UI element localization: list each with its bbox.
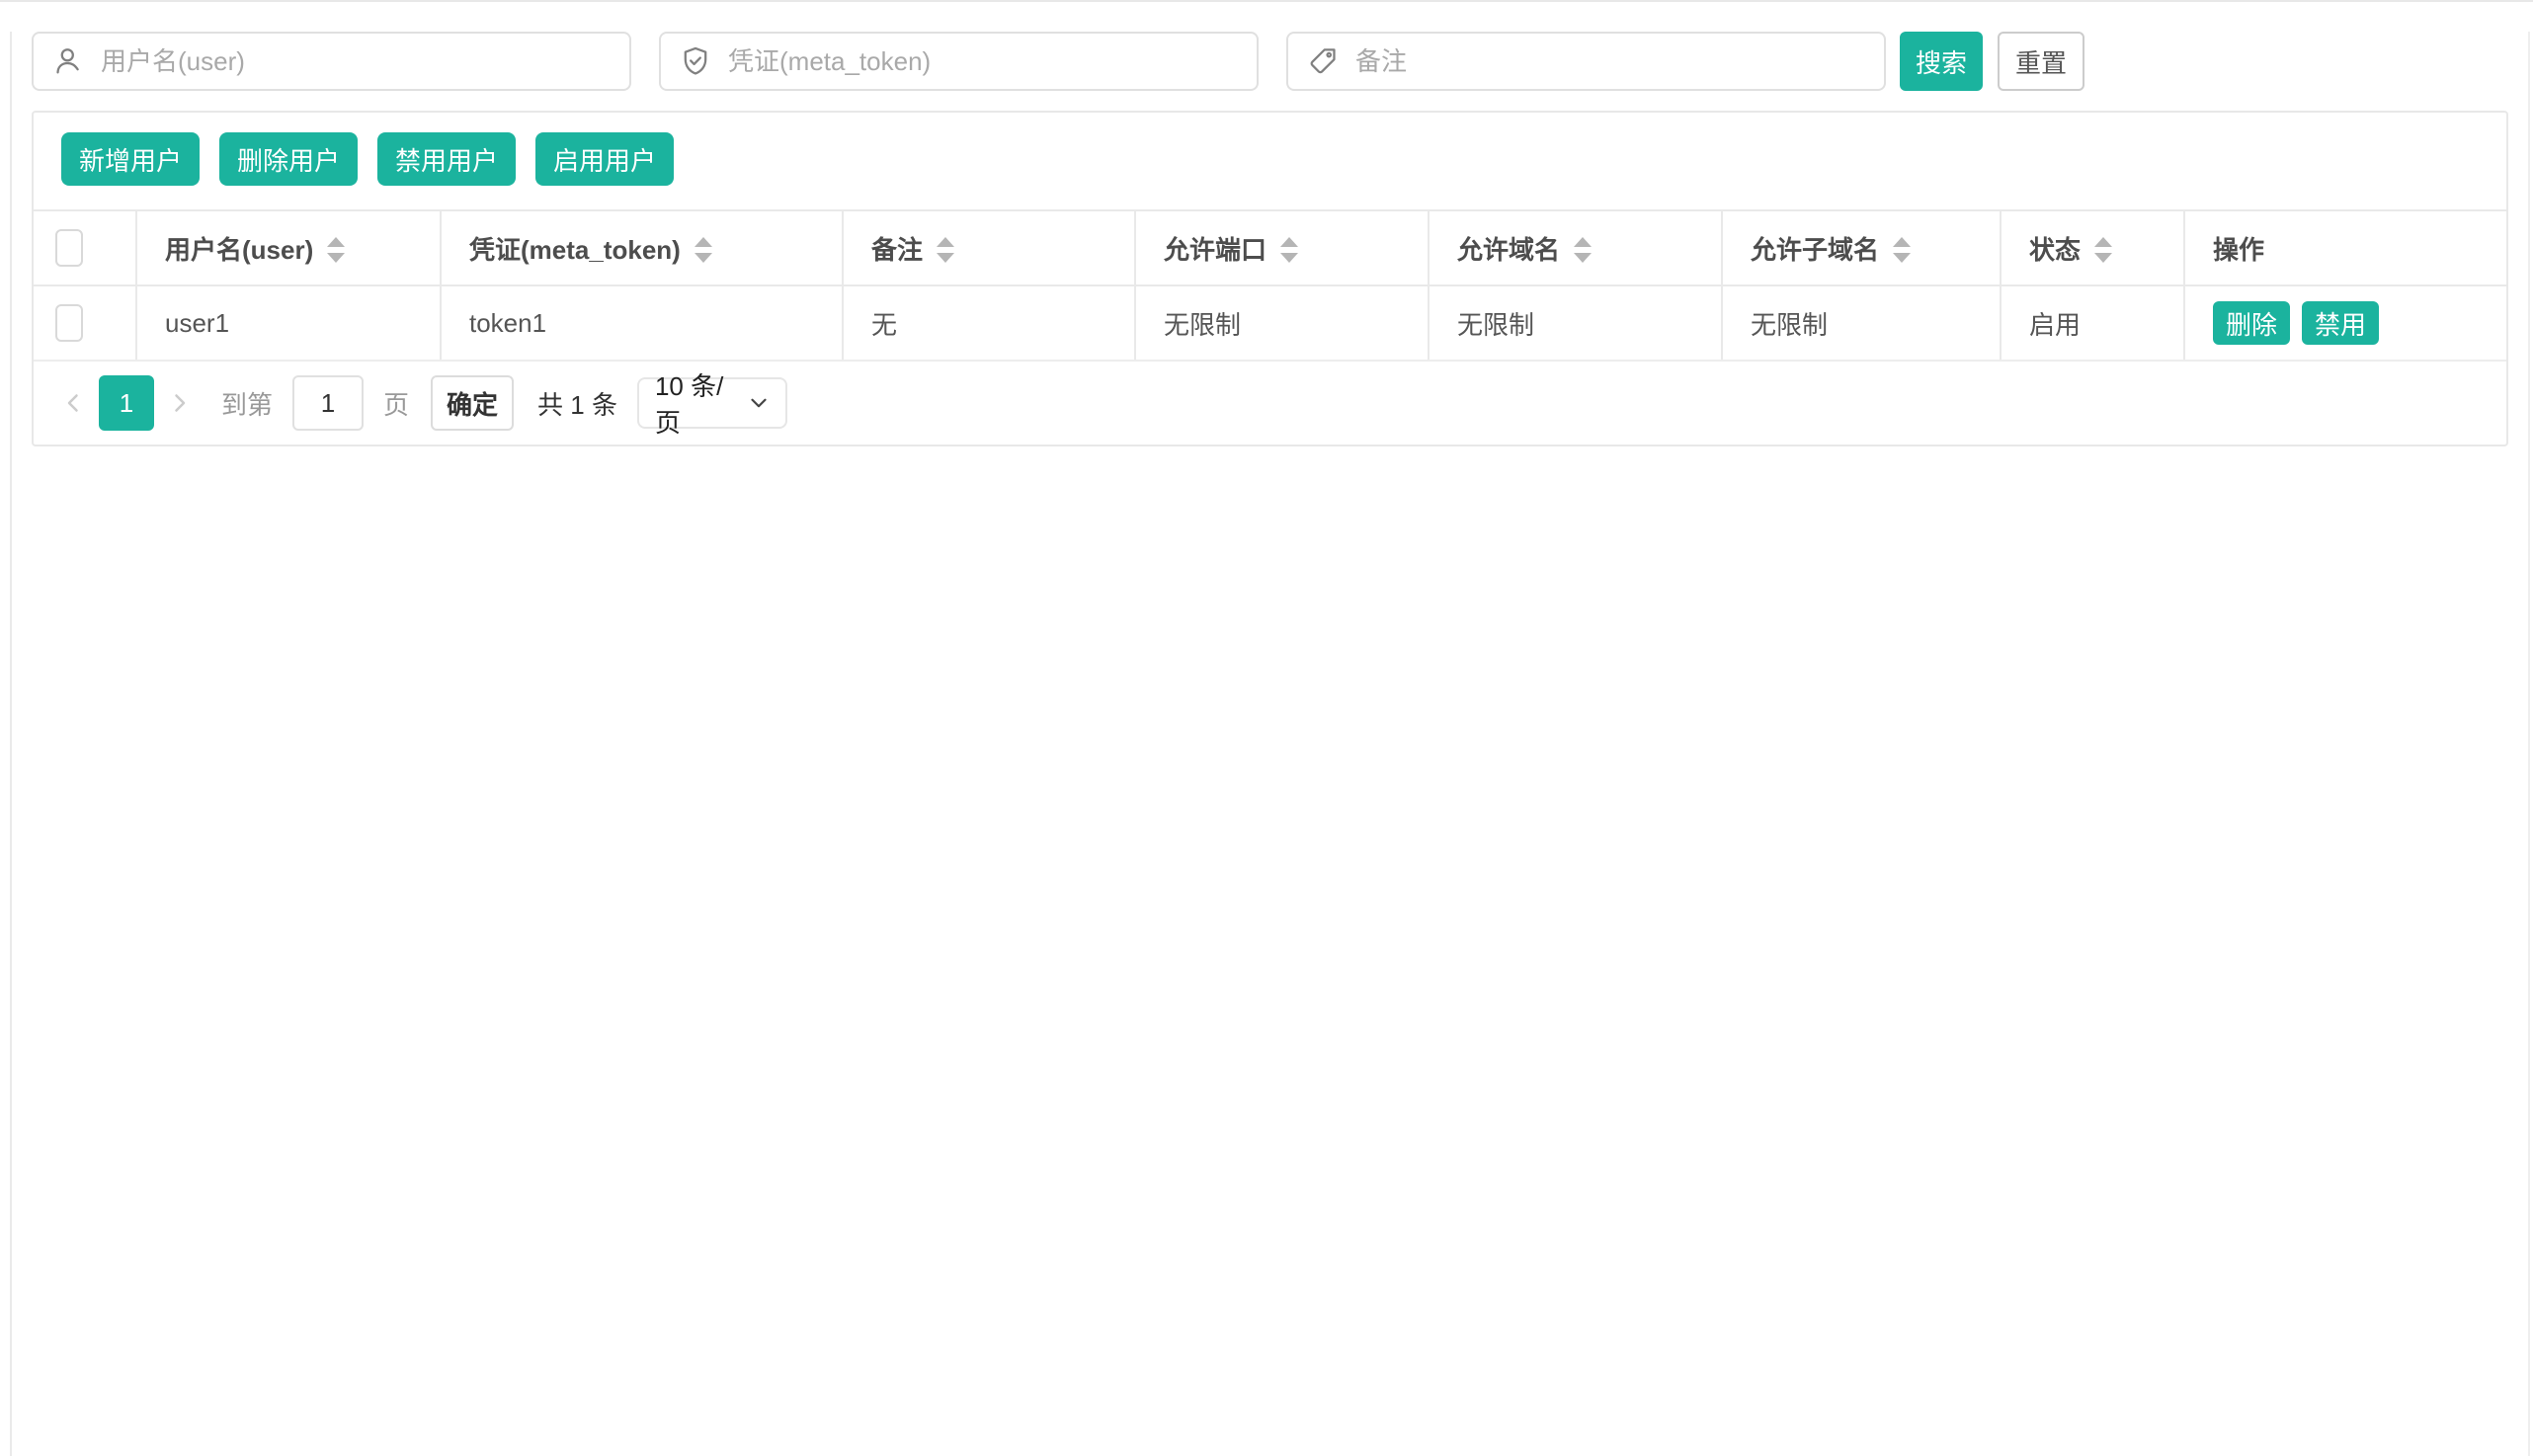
prev-page-button[interactable] — [57, 375, 91, 431]
col-header-actions: 操作 — [2184, 210, 2506, 285]
row-checkbox[interactable] — [55, 304, 83, 342]
add-user-button[interactable]: 新增用户 — [61, 132, 200, 186]
page-size-select[interactable]: 10 条/页 — [637, 377, 787, 429]
page-1-button[interactable]: 1 — [99, 375, 154, 431]
enable-user-button[interactable]: 启用用户 — [535, 132, 674, 186]
remark-input[interactable] — [1355, 46, 1866, 77]
next-page-button[interactable] — [162, 375, 196, 431]
search-form: 搜索 重置 — [32, 32, 2508, 91]
goto-prefix-label: 到第 — [221, 385, 273, 422]
cell-username: user1 — [136, 285, 441, 361]
token-input[interactable] — [728, 46, 1239, 77]
table-card: 新增用户 删除用户 禁用用户 启用用户 用户名(user) — [32, 111, 2508, 446]
cell-status: 启用 — [2001, 285, 2184, 361]
col-header-status: 状态 — [2001, 210, 2184, 285]
sort-icon[interactable] — [1891, 235, 1913, 265]
sort-icon[interactable] — [1278, 235, 1300, 265]
col-header-allowed-domains: 允许域名 — [1429, 210, 1722, 285]
table-row: user1 token1 无 无限制 无限制 无限制 启用 删除 禁用 — [34, 285, 2506, 361]
chevron-down-icon — [746, 390, 772, 416]
cell-remark: 无 — [843, 285, 1135, 361]
token-field[interactable] — [659, 32, 1259, 91]
col-header-allowed-subdomains: 允许子域名 — [1722, 210, 2001, 285]
cell-allowed-subdomains: 无限制 — [1722, 285, 2001, 361]
col-header-token: 凭证(meta_token) — [441, 210, 843, 285]
sort-icon[interactable] — [935, 235, 956, 265]
col-header-username: 用户名(user) — [136, 210, 441, 285]
shield-check-icon — [679, 44, 712, 78]
toolbar: 新增用户 删除用户 禁用用户 启用用户 — [61, 132, 2479, 186]
user-icon — [51, 44, 85, 78]
goto-suffix-label: 页 — [383, 385, 409, 422]
header-row: 用户名(user) 凭证(meta_token) 备注 允许端口 允许域名 — [34, 210, 2506, 285]
tag-icon — [1306, 44, 1340, 78]
sort-icon[interactable] — [693, 235, 714, 265]
cell-actions: 删除 禁用 — [2184, 285, 2506, 361]
sort-icon[interactable] — [1572, 235, 1593, 265]
remark-field[interactable] — [1286, 32, 1886, 91]
total-count-label: 共 1 条 — [537, 385, 617, 422]
col-header-remark: 备注 — [843, 210, 1135, 285]
sort-icon[interactable] — [325, 235, 347, 265]
reset-button[interactable]: 重置 — [1998, 32, 2084, 91]
pagination: 1 到第 页 确定 共 1 条 10 条/页 — [34, 362, 2506, 445]
delete-user-button[interactable]: 删除用户 — [219, 132, 358, 186]
page-size-value: 10 条/页 — [655, 366, 746, 440]
username-field[interactable] — [32, 32, 631, 91]
row-delete-button[interactable]: 删除 — [2213, 301, 2290, 345]
users-table: 用户名(user) 凭证(meta_token) 备注 允许端口 允许域名 — [34, 209, 2506, 362]
content-panel: 搜索 重置 新增用户 删除用户 禁用用户 启用用户 用户名( — [10, 32, 2530, 1456]
search-button[interactable]: 搜索 — [1900, 32, 1983, 91]
col-header-allowed-ports: 允许端口 — [1135, 210, 1429, 285]
username-input[interactable] — [101, 46, 612, 77]
sort-icon[interactable] — [2092, 235, 2114, 265]
cell-allowed-domains: 无限制 — [1429, 285, 1722, 361]
row-disable-button[interactable]: 禁用 — [2302, 301, 2379, 345]
goto-confirm-button[interactable]: 确定 — [431, 375, 514, 431]
cell-token: token1 — [441, 285, 843, 361]
select-all-checkbox[interactable] — [55, 229, 83, 267]
goto-page-input[interactable] — [292, 375, 364, 431]
disable-user-button[interactable]: 禁用用户 — [377, 132, 516, 186]
cell-allowed-ports: 无限制 — [1135, 285, 1429, 361]
